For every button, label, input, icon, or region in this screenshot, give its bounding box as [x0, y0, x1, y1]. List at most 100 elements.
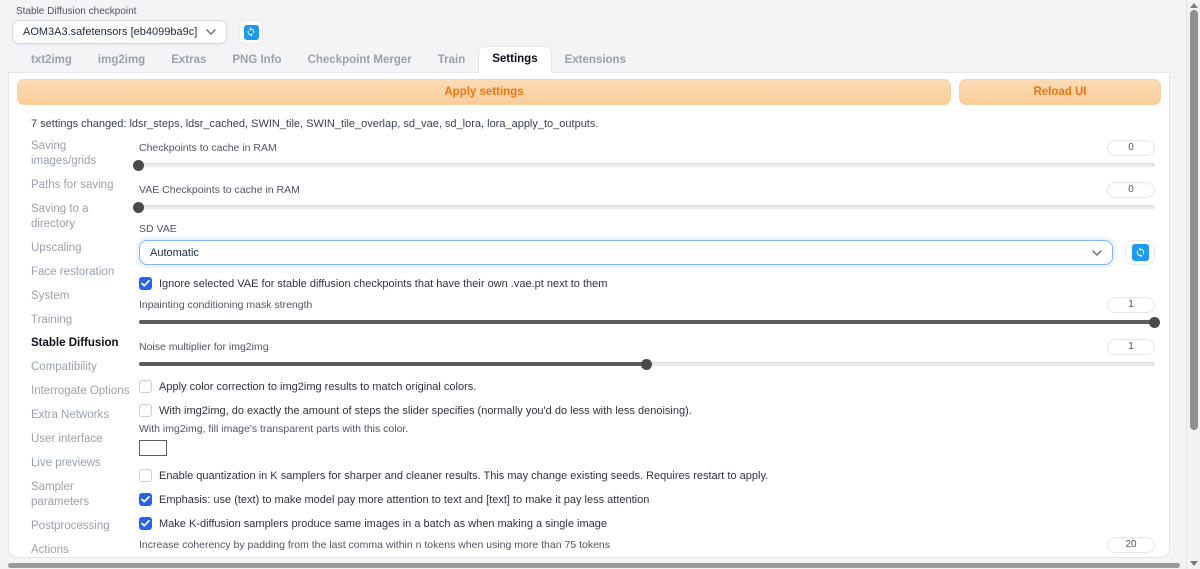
sidebar-item-saving-images[interactable]: Saving images/grids [31, 139, 131, 169]
slider-thumb[interactable] [1149, 316, 1160, 328]
checkpoint-cache-label: Checkpoints to cache in RAM [139, 141, 277, 154]
scroll-up-arrow-icon[interactable] [1190, 3, 1198, 8]
sd-vae-dropdown-value: Automatic [150, 246, 199, 259]
emphasis-checkbox[interactable] [139, 493, 152, 506]
sidebar-item-sampler-parameters[interactable]: Sampler parameters [31, 480, 131, 510]
refresh-vae-button[interactable] [1125, 240, 1155, 265]
tab-txt2img[interactable]: txt2img [18, 48, 85, 73]
exact-steps-row: With img2img, do exactly the amount of s… [139, 404, 1155, 417]
tab-img2img[interactable]: img2img [85, 48, 158, 73]
settings-changed-status: 7 settings changed: ldsr_steps, ldsr_cac… [31, 118, 599, 130]
sidebar-item-saving-to-directory[interactable]: Saving to a directory [31, 202, 131, 232]
settings-content: Saving images/grids Paths for saving Sav… [9, 130, 1169, 557]
sidebar-item-training[interactable]: Training [31, 313, 131, 328]
refresh-icon [1131, 244, 1149, 261]
sidebar-item-upscaling[interactable]: Upscaling [31, 241, 131, 256]
horizontal-scrollbar-thumb[interactable] [8, 563, 1180, 568]
sidebar-item-postprocessing[interactable]: Postprocessing [31, 519, 131, 534]
check-icon [141, 496, 150, 503]
settings-actions-row: Apply settings Reload UI [9, 73, 1169, 105]
inpainting-strength-row: Inpainting conditioning mask strength [139, 296, 1155, 313]
color-correction-checkbox[interactable] [139, 380, 152, 393]
k-diffusion-batch-row: Make K-diffusion samplers produce same i… [139, 517, 1155, 530]
emphasis-row: Emphasis: use (text) to make model pay m… [139, 493, 1155, 506]
vae-cache-input[interactable] [1107, 181, 1155, 198]
slider-thumb[interactable] [407, 556, 419, 557]
apply-settings-button[interactable]: Apply settings [17, 79, 951, 105]
sidebar-item-paths-for-saving[interactable]: Paths for saving [31, 178, 131, 193]
check-icon [141, 280, 150, 287]
sidebar-item-system[interactable]: System [31, 289, 131, 304]
sidebar-item-interrogate-options[interactable]: Interrogate Options [31, 384, 131, 399]
vae-cache-row: VAE Checkpoints to cache in RAM [139, 181, 1155, 198]
scroll-down-arrow-icon[interactable] [1190, 561, 1198, 566]
inpainting-strength-input[interactable] [1107, 296, 1155, 313]
slider-thumb[interactable] [641, 358, 652, 370]
quantization-label: Enable quantization in K samplers for sh… [159, 469, 769, 482]
reload-ui-button[interactable]: Reload UI [959, 79, 1161, 105]
vae-cache-slider[interactable] [133, 201, 1155, 213]
tab-extensions[interactable]: Extensions [552, 48, 639, 73]
k-diffusion-batch-label: Make K-diffusion samplers produce same i… [159, 517, 607, 530]
checkpoint-dropdown-value: AOM3A3.safetensors [eb4099ba9c] [23, 26, 198, 38]
sd-vae-dropdown[interactable]: Automatic [139, 240, 1113, 265]
comma-padding-slider[interactable] [407, 556, 419, 557]
sidebar-item-extra-networks[interactable]: Extra Networks [31, 408, 131, 423]
chevron-down-icon [1092, 249, 1102, 256]
checkpoint-cache-row: Checkpoints to cache in RAM [139, 139, 1155, 156]
tab-png-info[interactable]: PNG Info [219, 48, 294, 73]
slider-thumb[interactable] [133, 159, 144, 171]
checkpoint-label: Stable Diffusion checkpoint [16, 6, 137, 17]
comma-padding-input[interactable] [1107, 536, 1155, 553]
sidebar-item-live-previews[interactable]: Live previews [31, 456, 131, 471]
settings-sidebar: Saving images/grids Paths for saving Sav… [31, 139, 131, 557]
main-tabbar: txt2img img2img Extras PNG Info Checkpoi… [8, 46, 1170, 73]
ignore-vae-row: Ignore selected VAE for stable diffusion… [139, 277, 1155, 290]
refresh-checkpoints-button[interactable] [239, 20, 263, 44]
checkpoint-selector: Stable Diffusion checkpoint AOM3A3.safet… [12, 6, 227, 44]
color-correction-row: Apply color correction to img2img result… [139, 380, 1155, 393]
emphasis-label: Emphasis: use (text) to make model pay m… [159, 493, 650, 506]
fill-color-label: With img2img, fill image's transparent p… [139, 423, 409, 435]
ignore-vae-checkbox[interactable] [139, 277, 152, 290]
quantization-row: Enable quantization in K samplers for sh… [139, 469, 1155, 482]
vertical-scrollbar-thumb[interactable] [1190, 10, 1198, 430]
noise-multiplier-slider[interactable] [139, 358, 1155, 370]
tab-extras[interactable]: Extras [158, 48, 219, 73]
noise-multiplier-label: Noise multiplier for img2img [139, 340, 269, 353]
sidebar-item-user-interface[interactable]: User interface [31, 432, 131, 447]
exact-steps-checkbox[interactable] [139, 404, 152, 417]
horizontal-scrollbar[interactable] [0, 562, 1186, 569]
noise-multiplier-input[interactable] [1107, 338, 1155, 355]
fill-color-picker[interactable] [139, 440, 167, 456]
quantization-checkbox[interactable] [139, 469, 152, 482]
slider-thumb[interactable] [133, 201, 144, 213]
color-correction-label: Apply color correction to img2img result… [159, 380, 477, 393]
noise-multiplier-row: Noise multiplier for img2img [139, 338, 1155, 355]
sidebar-item-stable-diffusion[interactable]: Stable Diffusion [31, 336, 131, 351]
sd-vae-row: Automatic [139, 240, 1155, 265]
settings-panel: Apply settings Reload UI 7 settings chan… [8, 73, 1170, 558]
sidebar-item-face-restoration[interactable]: Face restoration [31, 265, 131, 280]
k-diffusion-batch-checkbox[interactable] [139, 517, 152, 530]
stable-diffusion-settings: Checkpoints to cache in RAM VAE Checkpoi… [133, 139, 1160, 557]
checkpoint-cache-input[interactable] [1107, 139, 1155, 156]
checkpoint-selector-group: Stable Diffusion checkpoint AOM3A3.safet… [12, 6, 263, 44]
sidebar-item-compatibility[interactable]: Compatibility [31, 360, 131, 375]
checkpoint-dropdown[interactable]: AOM3A3.safetensors [eb4099ba9c] [12, 20, 227, 44]
exact-steps-label: With img2img, do exactly the amount of s… [159, 404, 692, 417]
inpainting-strength-slider[interactable] [139, 316, 1160, 328]
inpainting-strength-label: Inpainting conditioning mask strength [139, 298, 313, 311]
sd-vae-label: SD VAE [139, 223, 177, 235]
tab-checkpoint-merger[interactable]: Checkpoint Merger [295, 48, 425, 73]
refresh-icon [243, 24, 259, 40]
tab-settings[interactable]: Settings [478, 46, 552, 73]
ignore-vae-label: Ignore selected VAE for stable diffusion… [159, 277, 608, 290]
vertical-scrollbar[interactable] [1186, 0, 1200, 569]
checkpoint-cache-slider[interactable] [133, 159, 1155, 171]
vae-cache-label: VAE Checkpoints to cache in RAM [139, 183, 300, 196]
chevron-down-icon [206, 29, 216, 35]
check-icon [141, 520, 150, 527]
sidebar-item-actions[interactable]: Actions [31, 543, 131, 557]
tab-train[interactable]: Train [425, 48, 478, 73]
